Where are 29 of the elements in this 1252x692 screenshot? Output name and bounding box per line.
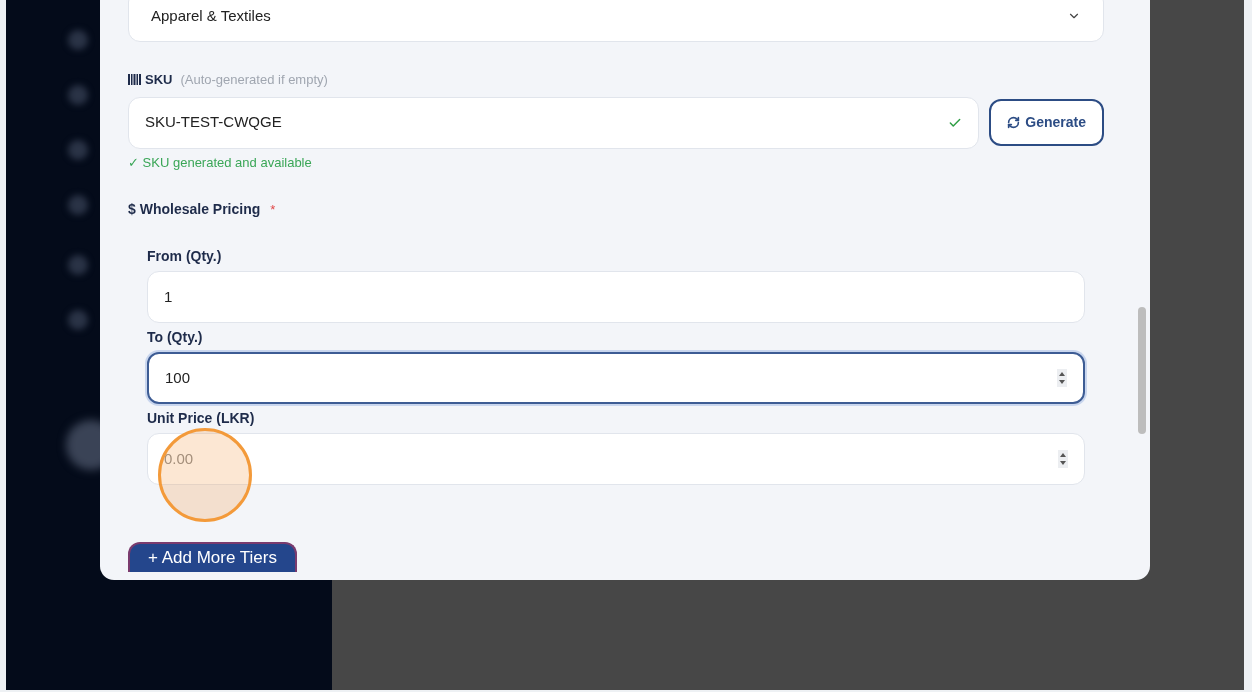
number-input-field[interactable]: 100 xyxy=(147,352,1085,404)
blurred-icon xyxy=(68,195,88,215)
generate-button[interactable]: Generate xyxy=(989,99,1104,146)
section-title: $ Wholesale Pricing xyxy=(128,200,261,219)
scrollbar-thumb[interactable] xyxy=(1138,307,1146,434)
field-placeholder: 0.00 xyxy=(164,448,194,469)
number-input-field[interactable]: 1 xyxy=(147,271,1085,323)
field-label: To (Qty.) xyxy=(147,328,204,346)
field-hint: (Auto-generated if empty) xyxy=(180,71,328,89)
blurred-icon xyxy=(68,310,88,330)
field-value: SKU-TEST-CWQGE xyxy=(145,112,282,133)
blurred-icon xyxy=(68,140,88,160)
field-label: SKU xyxy=(145,71,173,89)
category-select[interactable]: Apparel & Textiles xyxy=(128,0,1104,42)
field-label: Unit Price (LKR) xyxy=(147,409,256,427)
field-label: From (Qty.) xyxy=(147,247,223,265)
blurred-icon xyxy=(68,85,88,105)
stepper-icon[interactable] xyxy=(1058,450,1068,468)
field-value: 1 xyxy=(164,286,173,307)
status-message: ✓ SKU generated and available xyxy=(128,153,313,172)
required-mark: * xyxy=(270,200,276,219)
blurred-icon xyxy=(68,30,88,50)
field-value: 100 xyxy=(165,367,191,388)
barcode-icon xyxy=(128,74,141,86)
stepper-icon[interactable] xyxy=(1057,369,1067,387)
refresh-icon xyxy=(1007,116,1021,129)
sku-input-field[interactable]: SKU-TEST-CWQGE xyxy=(128,96,980,149)
blurred-icon xyxy=(68,255,88,275)
add-tiers-button[interactable]: + Add More Tiers xyxy=(128,542,297,572)
